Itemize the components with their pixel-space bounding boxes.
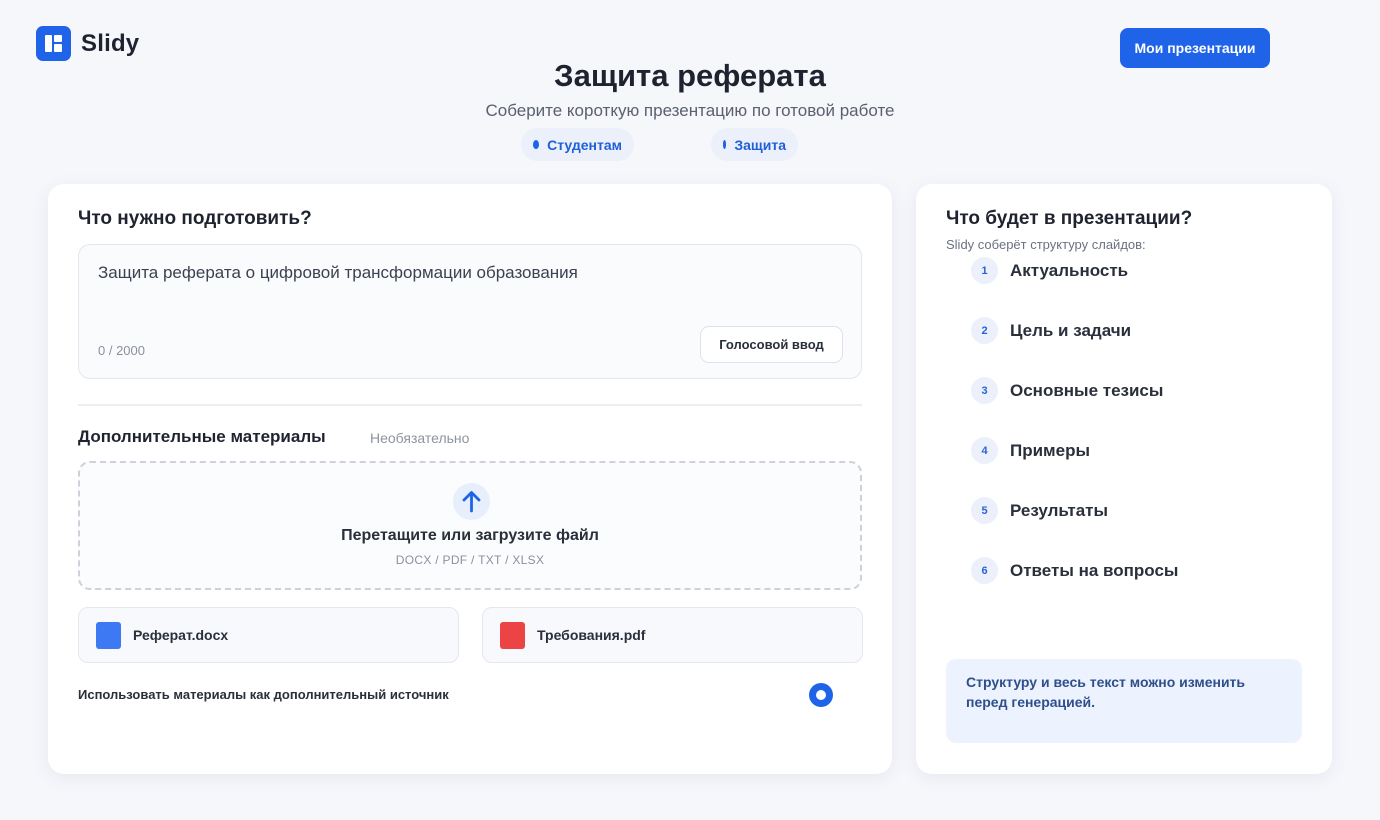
step-number: 3 (971, 377, 998, 404)
dot-icon (723, 140, 727, 149)
section-divider (78, 404, 862, 406)
step-number: 6 (971, 557, 998, 584)
step-label: Актуальность (1010, 260, 1129, 280)
slidy-logo-icon (36, 26, 71, 61)
file-dropzone[interactable]: Перетащите или загрузите файл DOCX / PDF… (78, 461, 862, 590)
tag-label: Студентам (547, 136, 622, 153)
optional-label: Необязательно (370, 430, 470, 446)
brand-logo[interactable]: Slidy (36, 26, 139, 61)
tag-label: Защита (734, 136, 786, 153)
materials-heading: Дополнительные материалы (78, 427, 326, 446)
topic-input-value[interactable]: Защита реферата о цифровой трансформации… (98, 263, 578, 283)
step-label: Ответы на вопросы (1010, 560, 1179, 580)
step-number: 4 (971, 437, 998, 464)
slide-step: 3 Основные тезисы (971, 377, 1163, 404)
dot-icon (533, 140, 540, 149)
edit-note: Структуру и весь текст можно изменить пе… (946, 659, 1302, 743)
use-materials-radio[interactable] (809, 683, 833, 707)
step-number: 5 (971, 497, 998, 524)
step-label: Примеры (1010, 440, 1090, 460)
file-item-requirements[interactable]: Требования.pdf (482, 607, 863, 663)
file-name: Реферат.docx (133, 627, 229, 643)
file-item-referat[interactable]: Реферат.docx (78, 607, 459, 663)
step-label: Результаты (1010, 500, 1109, 520)
step-number: 2 (971, 317, 998, 344)
prepare-heading: Что нужно подготовить? (78, 208, 312, 229)
slide-step: 4 Примеры (971, 437, 1090, 464)
slide-step: 2 Цель и задачи (971, 317, 1131, 344)
slide-step: 5 Результаты (971, 497, 1108, 524)
step-label: Цель и задачи (1010, 320, 1132, 340)
slide-step: 6 Ответы на вопросы (971, 557, 1178, 584)
tag-defense: Защита (711, 128, 798, 161)
tag-students: Студентам (521, 128, 634, 161)
upload-arrow-icon (453, 483, 490, 520)
pdf-file-icon (500, 622, 525, 649)
preview-card: Что будет в презентации? Slidy соберёт с… (916, 184, 1332, 774)
brand-name: Slidy (81, 29, 140, 57)
step-label: Основные тезисы (1010, 380, 1164, 400)
file-name: Требования.pdf (537, 627, 646, 643)
use-materials-label: Использовать материалы как дополнительны… (78, 687, 449, 702)
dropzone-formats: DOCX / PDF / TXT / XLSX (395, 553, 545, 567)
slide-step: 1 Актуальность (971, 257, 1128, 284)
dropzone-title: Перетащите или загрузите файл (341, 527, 599, 544)
input-card: Что нужно подготовить? Защита реферата о… (48, 184, 892, 774)
voice-input-button[interactable]: Голосовой ввод (700, 326, 843, 363)
preview-heading: Что будет в презентации? (946, 208, 1193, 229)
docx-file-icon (96, 622, 121, 649)
page-title: Защита реферата (554, 58, 826, 93)
step-number: 1 (971, 257, 998, 284)
page-subtitle: Соберите короткую презентацию по готовой… (485, 101, 895, 120)
topic-input[interactable]: Защита реферата о цифровой трансформации… (78, 244, 862, 379)
preview-subtitle: Slidy соберёт структуру слайдов: (946, 237, 1146, 252)
char-counter: 0 / 2000 (98, 343, 145, 358)
